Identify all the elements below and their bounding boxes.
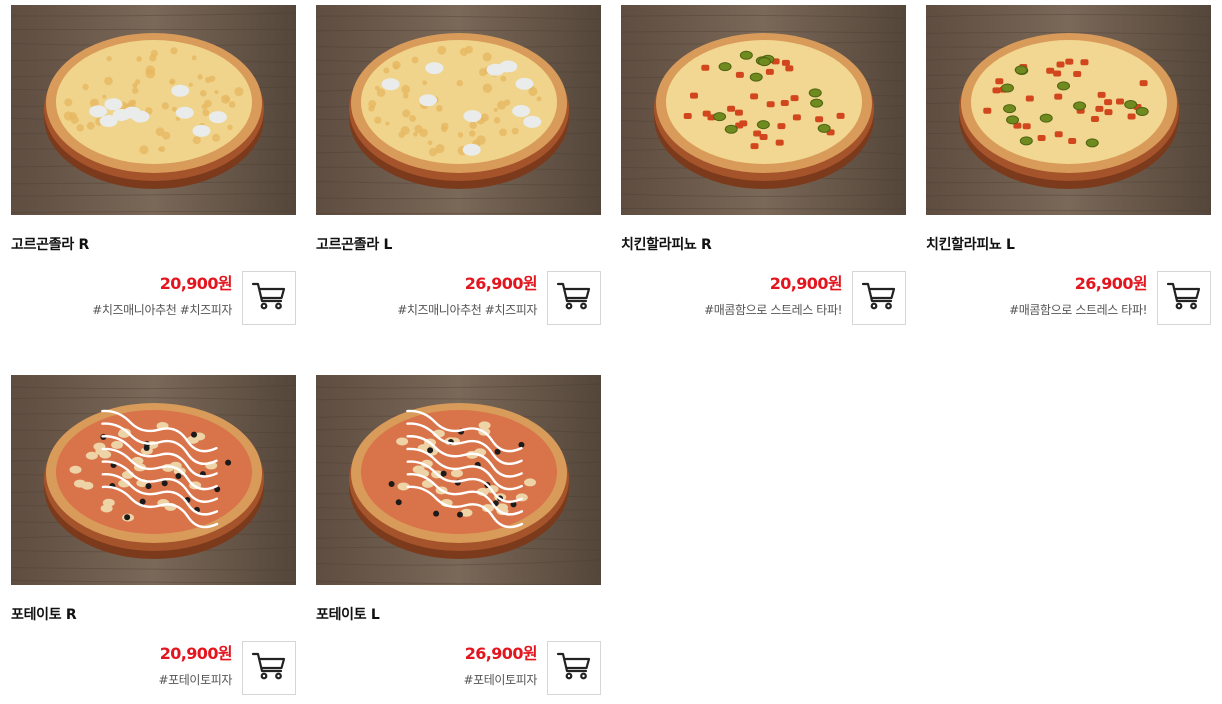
product-tag: #매콤함으로 스트레스 타파! — [1009, 303, 1147, 317]
add-to-cart-button[interactable] — [852, 271, 906, 325]
pizza-photo[interactable] — [11, 375, 296, 585]
product-price: 20,900원 — [159, 274, 233, 293]
product-price: 20,900원 — [159, 644, 233, 663]
product-price: 26,900원 — [464, 644, 538, 663]
shopping-cart-icon — [861, 280, 897, 316]
product-name[interactable]: 고르곤졸라 R — [11, 234, 89, 254]
pizza-photo[interactable] — [316, 375, 601, 585]
pizza-photo[interactable] — [316, 5, 601, 215]
shopping-cart-icon — [1166, 280, 1202, 316]
product-name[interactable]: 치킨할라피뇨 L — [926, 234, 1015, 254]
product-name[interactable]: 고르곤졸라 L — [316, 234, 392, 254]
product-card: 고르곤졸라 R 20,900원 #치즈매니아추천 #치즈피자 — [11, 5, 296, 325]
pizza-photo[interactable] — [926, 5, 1211, 215]
product-price: 26,900원 — [1074, 274, 1148, 293]
shopping-cart-icon — [556, 280, 592, 316]
product-price: 26,900원 — [464, 274, 538, 293]
shopping-cart-icon — [556, 650, 592, 686]
product-name[interactable]: 포테이토 L — [316, 604, 380, 624]
add-to-cart-button[interactable] — [242, 271, 296, 325]
product-tag: #포테이토피자 — [158, 673, 233, 687]
add-to-cart-button[interactable] — [242, 641, 296, 695]
product-card: 치킨할라피뇨 L 26,900원 #매콤함으로 스트레스 타파! — [926, 5, 1211, 325]
product-card: 고르곤졸라 L 26,900원 #치즈매니아추천 #치즈피자 — [316, 5, 601, 325]
pizza-photo[interactable] — [621, 5, 906, 215]
product-name[interactable]: 포테이토 R — [11, 604, 77, 624]
shopping-cart-icon — [251, 650, 287, 686]
add-to-cart-button[interactable] — [547, 641, 601, 695]
pizza-photo[interactable] — [11, 5, 296, 215]
product-card: 포테이토 R 20,900원 #포테이토피자 — [11, 375, 296, 695]
product-tag: #포테이토피자 — [463, 673, 538, 687]
product-card: 포테이토 L 26,900원 #포테이토피자 — [316, 375, 601, 695]
product-grid: 고르곤졸라 R 20,900원 #치즈매니아추천 #치즈피자 고르곤졸라 L 2… — [11, 5, 1211, 695]
product-tag: #치즈매니아추천 #치즈피자 — [397, 303, 537, 317]
add-to-cart-button[interactable] — [547, 271, 601, 325]
product-card: 치킨할라피뇨 R 20,900원 #매콤함으로 스트레스 타파! — [621, 5, 906, 325]
product-tag: #매콤함으로 스트레스 타파! — [704, 303, 842, 317]
product-name[interactable]: 치킨할라피뇨 R — [621, 234, 712, 254]
add-to-cart-button[interactable] — [1157, 271, 1211, 325]
shopping-cart-icon — [251, 280, 287, 316]
product-tag: #치즈매니아추천 #치즈피자 — [92, 303, 232, 317]
product-price: 20,900원 — [769, 274, 843, 293]
